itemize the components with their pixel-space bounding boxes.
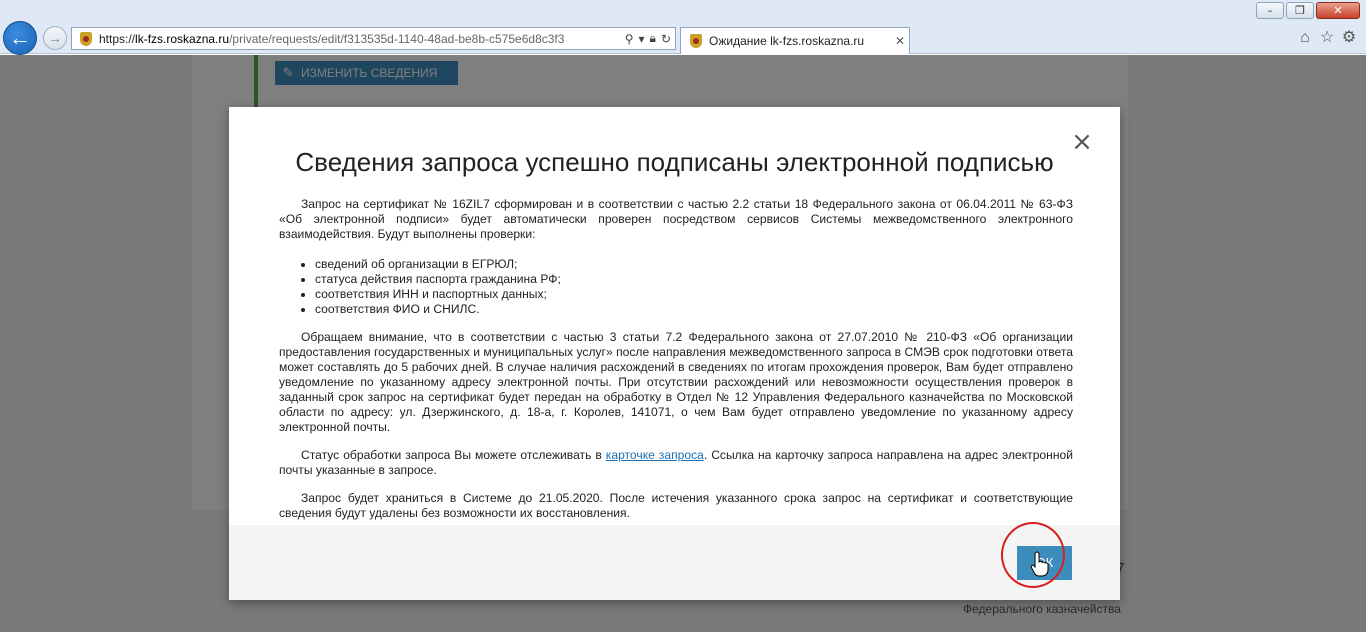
browser-tab[interactable]: Ожидание lk-fzs.roskazna.ru ✕: [680, 27, 910, 54]
window-close-button[interactable]: ✕: [1316, 2, 1360, 19]
gear-icon[interactable]: ⚙: [1338, 28, 1360, 48]
modal-footer: ОК: [229, 525, 1120, 600]
url-domain: lk-fzs.roskazna.ru: [135, 31, 230, 46]
success-modal: × Сведения запроса успешно подписаны эле…: [229, 107, 1120, 600]
modal-body: Запрос на сертификат № 16ZIL7 сформирова…: [279, 197, 1073, 521]
tab-emblem-icon: [687, 33, 705, 49]
browser-toolbar: ⌂ ☆ ⚙: [1294, 28, 1360, 48]
address-url[interactable]: https://lk-fzs.roskazna.ru/private/reque…: [99, 32, 620, 46]
search-icon[interactable]: ⚲: [625, 32, 634, 46]
lock-icon[interactable]: 🔒︎: [650, 31, 656, 46]
restore-icon: ❐: [1295, 4, 1305, 17]
notice-paragraph: Обращаем внимание, что в соответствии с …: [279, 330, 1073, 434]
status-paragraph: Статус обработки запроса Вы можете отсле…: [279, 448, 1073, 478]
close-icon: ✕: [1333, 4, 1343, 17]
forward-button[interactable]: →: [43, 26, 67, 50]
address-bar[interactable]: https://lk-fzs.roskazna.ru/private/reque…: [71, 27, 676, 50]
checks-list: сведений об организации в ЕГРЮЛ; статуса…: [315, 257, 1073, 317]
browser-chrome: – ❐ ✕ ← → https://lk-fzs.roskazna.ru/pri…: [0, 0, 1366, 55]
url-path: /private/requests/edit/f313535d-1140-48a…: [229, 31, 565, 46]
forward-arrow-icon: →: [48, 30, 62, 46]
refresh-icon[interactable]: ↻: [661, 32, 671, 46]
list-item: статуса действия паспорта гражданина РФ;: [315, 272, 1073, 287]
minimize-icon: –: [1267, 4, 1273, 17]
back-button[interactable]: ←: [3, 21, 37, 55]
site-emblem-icon: [77, 31, 95, 47]
list-item: соответствия ИНН и паспортных данных;: [315, 287, 1073, 302]
hand-cursor-icon: [1030, 551, 1049, 577]
address-tools: ⚲ ▾ 🔒︎ ↻: [620, 31, 675, 46]
url-scheme: https://: [99, 31, 136, 46]
list-item: соответствия ФИО и СНИЛС.: [315, 302, 1073, 317]
minimize-button[interactable]: –: [1256, 2, 1284, 19]
home-icon[interactable]: ⌂: [1294, 28, 1316, 48]
status-text-before: Статус обработки запроса Вы можете отсле…: [301, 448, 606, 462]
tab-close-icon[interactable]: ✕: [891, 34, 909, 48]
modal-title: Сведения запроса успешно подписаны элект…: [295, 147, 1054, 177]
request-card-link[interactable]: карточке запроса: [606, 448, 704, 462]
dropdown-icon[interactable]: ▾: [639, 32, 645, 46]
storage-paragraph: Запрос будет храниться в Системе до 21.0…: [279, 491, 1073, 520]
list-item: сведений об организации в ЕГРЮЛ;: [315, 257, 1073, 272]
maximize-button[interactable]: ❐: [1286, 2, 1314, 19]
window-controls: – ❐ ✕: [1254, 2, 1360, 19]
back-arrow-icon: ←: [9, 25, 31, 50]
star-icon[interactable]: ☆: [1316, 28, 1338, 48]
intro-paragraph: Запрос на сертификат № 16ZIL7 сформирова…: [279, 197, 1073, 241]
tab-title: Ожидание lk-fzs.roskazna.ru: [709, 34, 865, 48]
